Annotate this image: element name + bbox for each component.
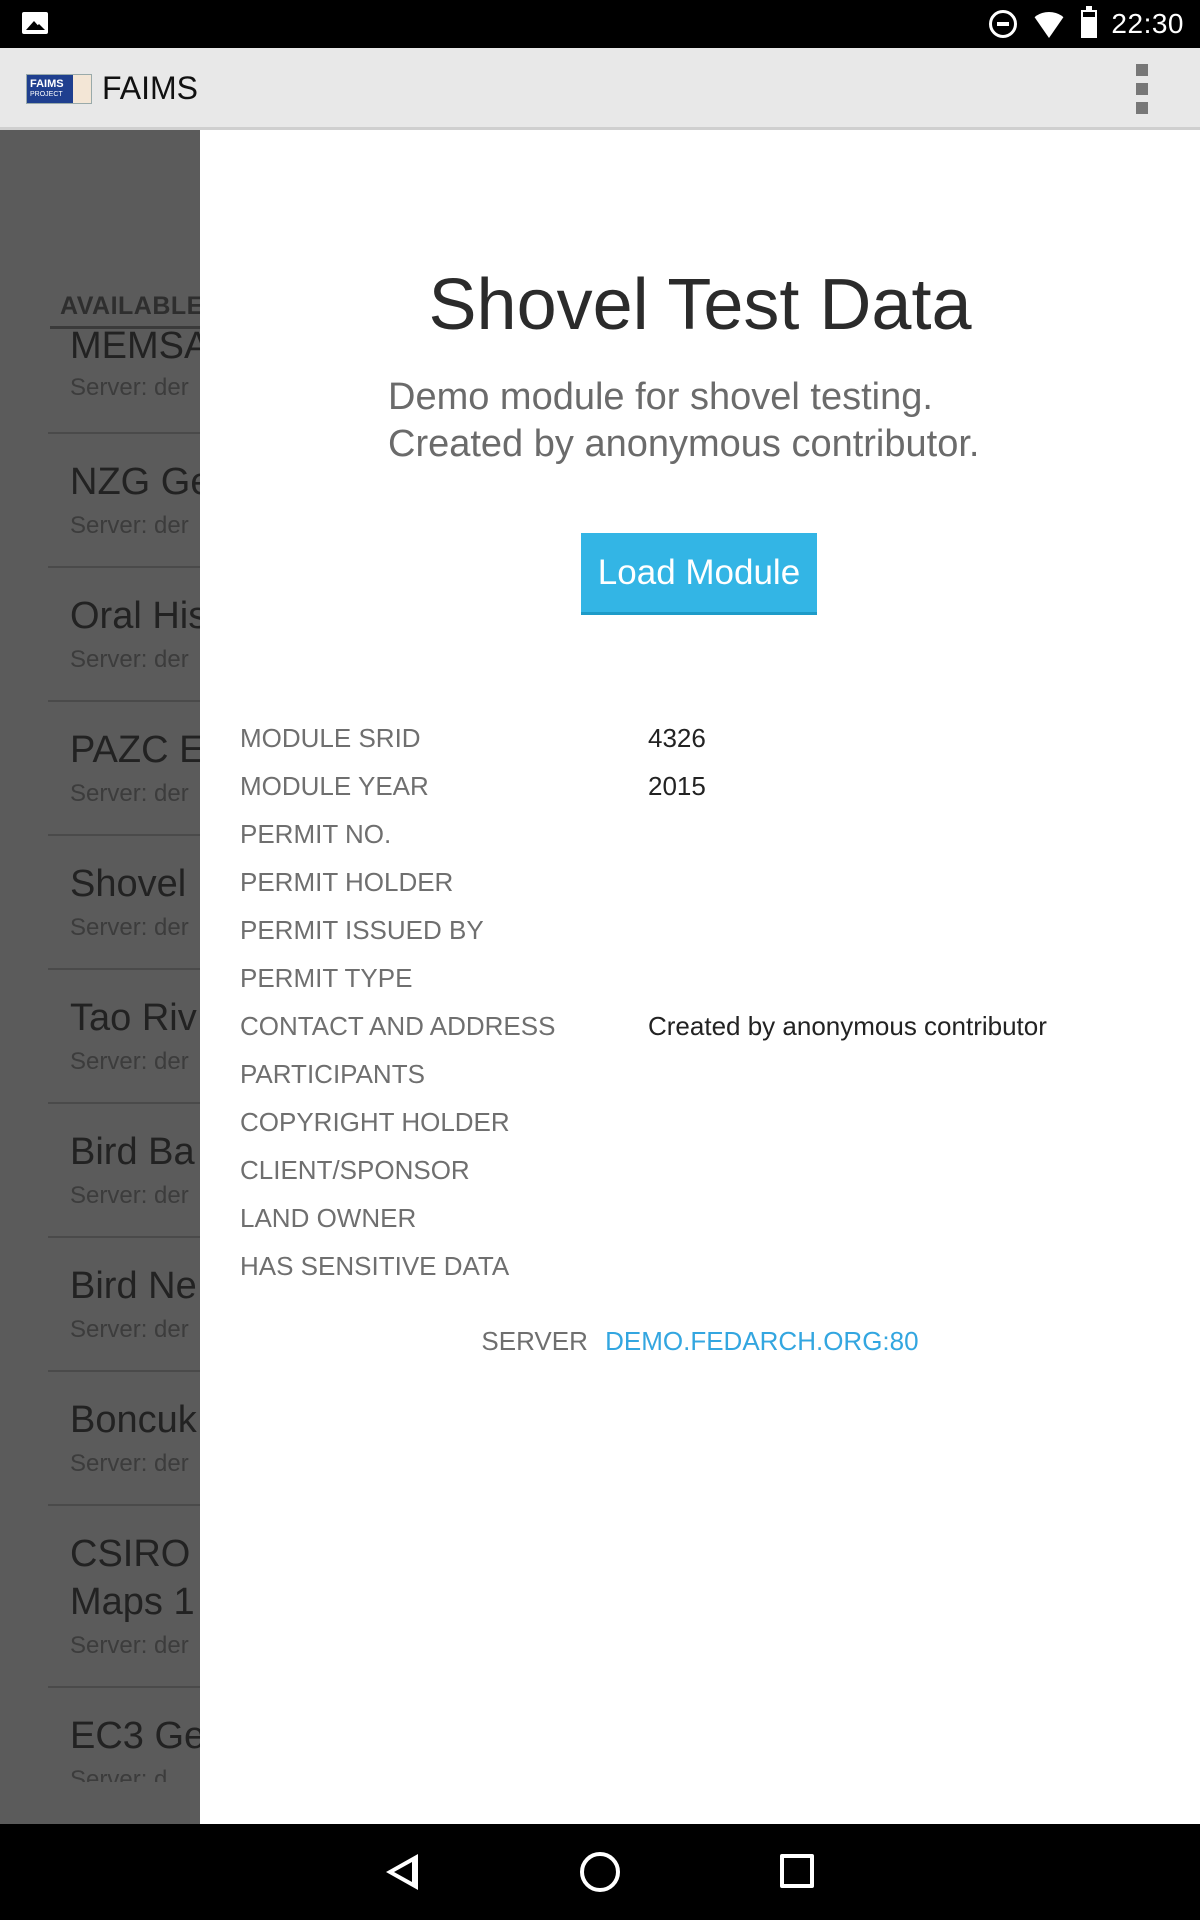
do-not-disturb-icon <box>989 10 1018 38</box>
list-item[interactable]: MEMSA Server: der <box>48 325 200 434</box>
home-icon[interactable] <box>580 1852 620 1892</box>
module-list: AVAILABLE MEMSA Server: der NZG Ge Serve… <box>0 130 200 1824</box>
module-description-line1: Demo module for shovel testing. <box>388 376 933 418</box>
detail-row-land-owner: LAND OWNER <box>240 1194 1160 1242</box>
module-name: Shovel <box>70 863 187 905</box>
list-item[interactable]: Bird Ne Server: der <box>48 1238 200 1372</box>
detail-row-client-sponsor: CLIENT/SPONSOR <box>240 1146 1160 1194</box>
list-item[interactable]: Tao Riv Server: der <box>48 970 200 1104</box>
list-item[interactable]: Oral His Server: der <box>48 568 200 702</box>
detail-label: HAS SENSITIVE DATA <box>240 1251 510 1281</box>
list-item[interactable]: Bird Ba Server: der <box>48 1104 200 1238</box>
action-bar: FAIMS PROJECT FAIMS <box>0 48 1200 130</box>
load-module-button[interactable]: Load Module <box>581 533 817 615</box>
detail-row-module-srid: MODULE SRID 4326 <box>240 714 1160 762</box>
detail-value: Created by anonymous contributor <box>648 1011 1047 1041</box>
detail-label: CLIENT/SPONSOR <box>240 1155 470 1185</box>
module-detail-dialog: Shovel Test Data Demo module for shovel … <box>200 130 1200 1824</box>
module-server: Server: d <box>70 1766 168 1782</box>
detail-label: CONTACT AND ADDRESS <box>240 1011 556 1041</box>
detail-label: PERMIT TYPE <box>240 963 413 993</box>
navigation-bar <box>0 1824 1200 1920</box>
server-link[interactable]: DEMO.FEDARCH.ORG:80 <box>605 1326 919 1356</box>
detail-row-participants: PARTICIPANTS <box>240 1050 1160 1098</box>
app-title: FAIMS <box>102 70 199 106</box>
detail-label: LAND OWNER <box>240 1203 417 1233</box>
module-name: NZG Ge <box>70 461 200 503</box>
status-clock: 22:30 <box>1111 8 1184 39</box>
gallery-icon <box>22 12 48 34</box>
module-name: Tao Riv <box>70 997 197 1039</box>
detail-row-copyright-holder: COPYRIGHT HOLDER <box>240 1098 1160 1146</box>
module-name: Bird Ne <box>70 1265 197 1307</box>
module-name: EC3 Ge <box>70 1715 200 1757</box>
battery-icon <box>1081 6 1098 38</box>
module-server: Server: der <box>70 1182 189 1209</box>
detail-label: PERMIT HOLDER <box>240 867 454 897</box>
detail-label: COPYRIGHT HOLDER <box>240 1107 510 1137</box>
recents-icon[interactable] <box>780 1854 814 1888</box>
list-item[interactable]: NZG Ge Server: der <box>48 434 200 568</box>
detail-label: PARTICIPANTS <box>240 1059 425 1089</box>
module-description: Demo module for shovel testing. Created … <box>388 374 979 468</box>
detail-label: MODULE YEAR <box>240 771 429 801</box>
module-server: Server: der <box>70 780 189 807</box>
module-name: Bird Ba <box>70 1131 195 1173</box>
module-description-line2: Created by anonymous contributor. <box>388 423 980 465</box>
wifi-icon <box>1031 12 1068 38</box>
list-item[interactable]: CSIRO ( Maps 1 Server: der <box>48 1506 200 1688</box>
list-item[interactable]: PAZC E Server: der <box>48 702 200 836</box>
module-server: Server: der <box>70 1048 189 1075</box>
detail-label: MODULE SRID <box>240 723 421 753</box>
module-title: Shovel Test Data <box>428 265 972 345</box>
detail-row-permit-no: PERMIT NO. <box>240 810 1160 858</box>
server-line: SERVER DEMO.FEDARCH.ORG:80 <box>200 1326 1200 1357</box>
module-server: Server: der <box>70 646 189 673</box>
detail-row-contact-and-address: CONTACT AND ADDRESS Created by anonymous… <box>240 1002 1160 1050</box>
faims-logo-icon: FAIMS PROJECT <box>26 74 92 104</box>
overflow-menu-icon[interactable] <box>1136 64 1148 114</box>
detail-row-permit-holder: PERMIT HOLDER <box>240 858 1160 906</box>
detail-label: PERMIT NO. <box>240 819 392 849</box>
list-item[interactable]: Shovel Server: der <box>48 836 200 970</box>
detail-row-module-year: MODULE YEAR 2015 <box>240 762 1160 810</box>
module-name: PAZC E <box>70 729 200 771</box>
module-name: CSIRO ( <box>70 1533 200 1575</box>
status-bar: 22:30 <box>0 0 1200 48</box>
module-name-line2: Maps 1 <box>70 1581 195 1623</box>
list-item[interactable]: Boncuk Server: der <box>48 1372 200 1506</box>
status-icons: 22:30 <box>989 0 1184 48</box>
module-server: Server: der <box>70 1632 189 1659</box>
module-server: Server: der <box>70 512 189 539</box>
list-header: AVAILABLE <box>60 292 200 320</box>
list-item[interactable]: EC3 Ge Server: d <box>48 1688 200 1822</box>
detail-row-permit-issued-by: PERMIT ISSUED BY <box>240 906 1160 954</box>
module-name: MEMSA <box>70 325 200 367</box>
module-server: Server: der <box>70 1316 189 1343</box>
logo-graphic <box>73 75 91 103</box>
detail-value: 2015 <box>648 771 706 801</box>
module-details: MODULE SRID 4326 MODULE YEAR 2015 PERMIT… <box>240 714 1160 1290</box>
detail-value: 4326 <box>648 723 706 753</box>
detail-row-permit-type: PERMIT TYPE <box>240 954 1160 1002</box>
module-server: Server: der <box>70 914 189 941</box>
module-server: Server: der <box>70 1450 189 1477</box>
module-server: Server: der <box>70 374 189 401</box>
detail-label: PERMIT ISSUED BY <box>240 915 484 945</box>
module-name: Boncuk <box>70 1399 197 1441</box>
detail-row-has-sensitive-data: HAS SENSITIVE DATA <box>240 1242 1160 1290</box>
module-name: Oral His <box>70 595 200 637</box>
back-icon[interactable] <box>386 1854 418 1890</box>
server-label: SERVER <box>481 1326 588 1356</box>
